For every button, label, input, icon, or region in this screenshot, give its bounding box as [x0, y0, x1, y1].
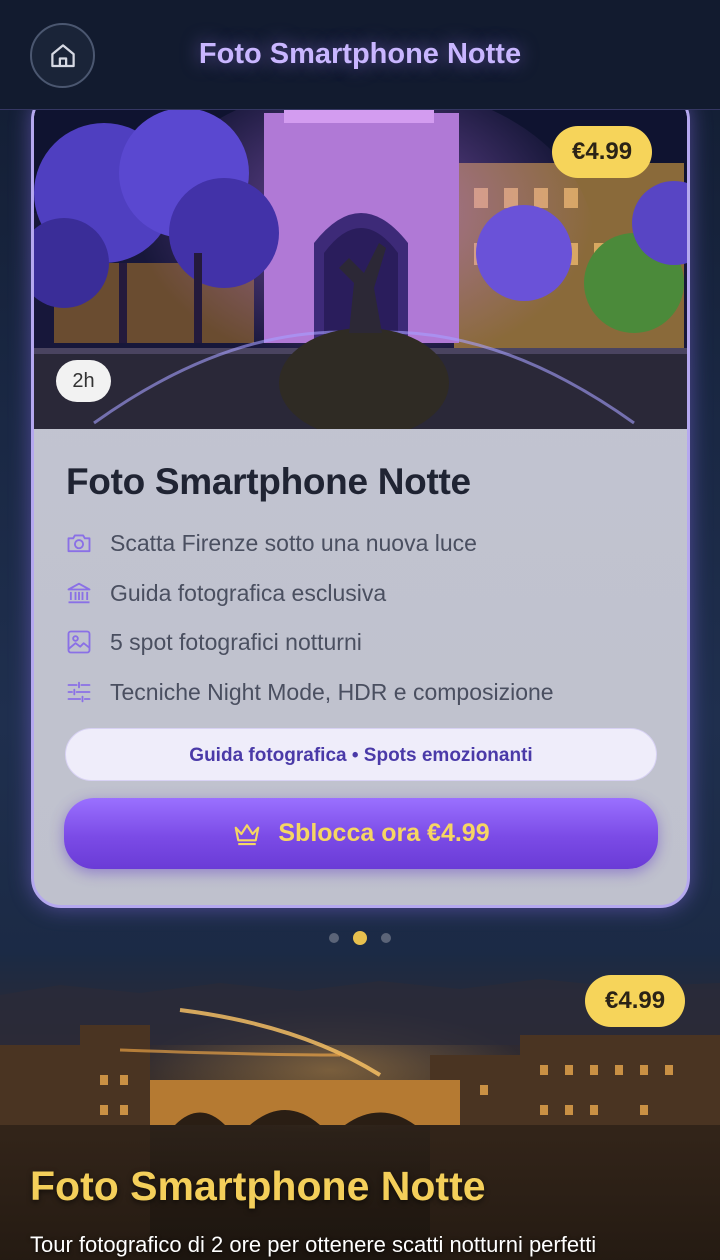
page-title: Foto Smartphone Notte [198, 38, 522, 70]
feature-item: 5 spot fotografici notturni [64, 624, 362, 660]
feature-text: 5 spot fotografici notturni [110, 628, 362, 655]
duration-badge: 2h [56, 360, 111, 402]
crown-icon [232, 821, 262, 847]
feature-item: Scatta Firenze sotto una nuova luce [64, 525, 477, 561]
camera-icon [64, 528, 94, 558]
sliders-icon [64, 677, 94, 707]
carousel-pagination [0, 930, 720, 946]
pagination-dot-active[interactable] [353, 931, 367, 945]
tour-title: Foto Smartphone Notte [66, 461, 471, 502]
unlock-button[interactable]: Sblocca ora €4.99 [64, 798, 658, 869]
tour-image: €4.99 2h [34, 93, 687, 429]
top-bar: Foto Smartphone Notte [0, 0, 720, 110]
feature-item: Guida fotografica esclusiva [64, 575, 386, 611]
price-badge: €4.99 [552, 126, 653, 178]
tour-card[interactable]: €4.99 2h Foto Smartphone Notte Scatta Fi… [31, 90, 690, 908]
unlock-button-label: Sblocca ora €4.99 [278, 819, 490, 847]
pagination-dot[interactable] [381, 933, 391, 943]
next-tour-image[interactable]: €4.99 [0, 955, 720, 1260]
highlights-pill: Guida fotografica • Spots emozionanti [65, 728, 657, 781]
next-tour-description: Tour fotografico di 2 ore per ottenere s… [30, 1232, 597, 1257]
feature-item: Tecniche Night Mode, HDR e composizione [64, 674, 554, 710]
feature-text: Scatta Firenze sotto una nuova luce [110, 529, 477, 556]
next-tour-price-badge: €4.99 [585, 975, 686, 1027]
image-icon [64, 627, 94, 657]
feature-text: Tecniche Night Mode, HDR e composizione [110, 678, 554, 705]
next-tour-title: Foto Smartphone Notte [30, 1163, 486, 1209]
pagination-dot[interactable] [329, 933, 339, 943]
museum-icon [64, 578, 94, 608]
feature-text: Guida fotografica esclusiva [110, 579, 387, 606]
